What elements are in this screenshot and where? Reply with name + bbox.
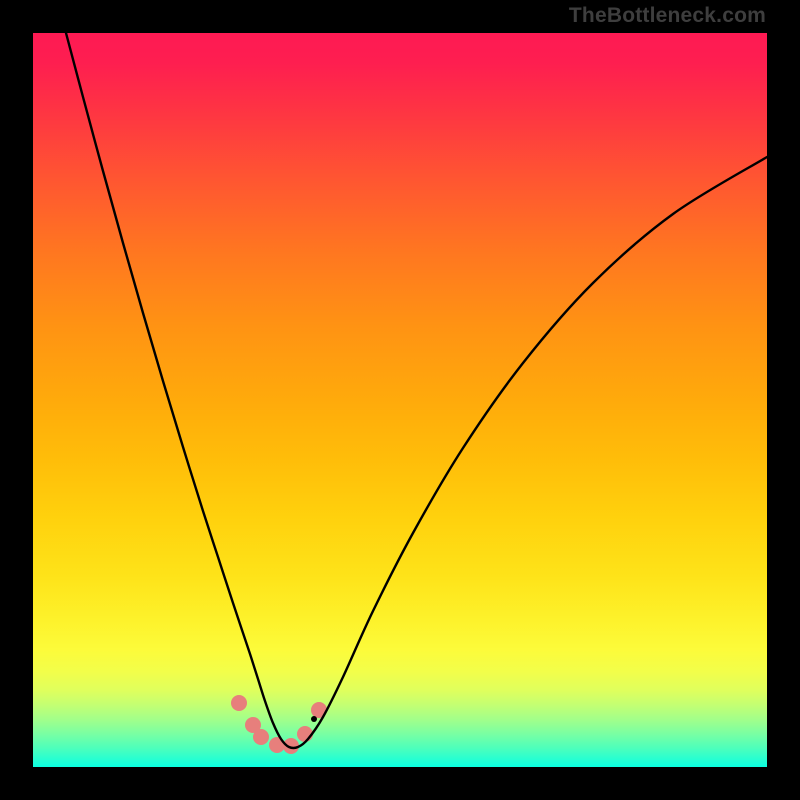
outer-frame: TheBottleneck.com: [0, 0, 800, 800]
markers-group: [231, 695, 327, 754]
watermark-text: TheBottleneck.com: [569, 4, 766, 28]
marker-8: [311, 716, 317, 722]
bottleneck-curve-path: [66, 33, 767, 748]
plot-area: [33, 33, 767, 767]
chart-svg: [33, 33, 767, 767]
marker-1: [231, 695, 247, 711]
marker-3: [253, 729, 269, 745]
